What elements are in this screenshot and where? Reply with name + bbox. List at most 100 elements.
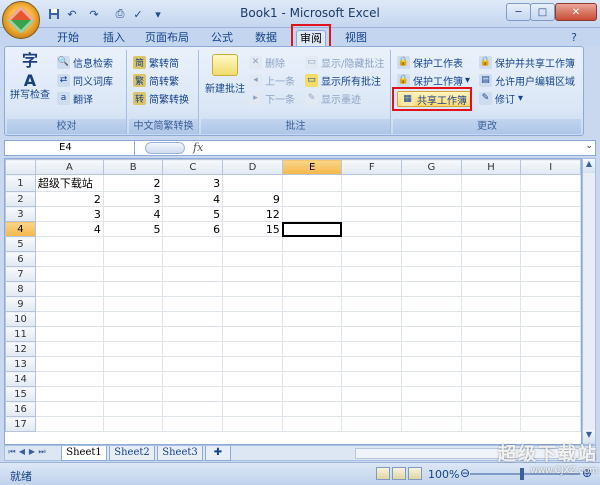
cell[interactable] — [460, 416, 522, 432]
convert-button[interactable]: 转简繁转换 — [133, 90, 189, 106]
cell[interactable]: 3 — [162, 174, 224, 192]
vertical-scrollbar[interactable]: ▲ ▼ — [582, 158, 596, 445]
cell[interactable] — [401, 266, 462, 282]
normal-view-icon[interactable] — [376, 467, 390, 480]
row-header[interactable]: 4 — [5, 221, 36, 237]
cell[interactable] — [222, 236, 283, 252]
cell[interactable] — [341, 416, 403, 432]
cell[interactable] — [520, 371, 581, 387]
cell[interactable] — [401, 191, 462, 207]
cell[interactable] — [460, 206, 522, 222]
cell[interactable]: 3 — [102, 191, 164, 207]
next-sheet-icon[interactable]: ▶ — [27, 447, 37, 456]
cell[interactable] — [401, 174, 462, 192]
to-traditional-button[interactable]: 繁简转繁 — [133, 72, 179, 88]
allow-edit-ranges-button[interactable]: ▤ 允许用户编辑区域 — [479, 72, 575, 88]
cell[interactable] — [401, 341, 462, 357]
cell[interactable] — [401, 326, 462, 342]
cell[interactable] — [222, 416, 283, 432]
column-header[interactable]: C — [162, 159, 224, 175]
cell[interactable] — [102, 296, 164, 312]
cell[interactable] — [341, 251, 403, 267]
cell[interactable] — [460, 266, 522, 282]
sheet-tab-3[interactable]: Sheet3 — [157, 446, 203, 461]
print-preview-icon[interactable]: ⎙ — [112, 6, 128, 22]
cell[interactable] — [102, 401, 164, 417]
customize-qat-icon[interactable]: ▾ — [150, 6, 166, 22]
cell[interactable] — [162, 341, 224, 357]
minimize-button[interactable]: ─ — [506, 3, 531, 21]
zoom-level[interactable]: 100% — [428, 468, 459, 481]
column-header[interactable]: I — [520, 159, 581, 175]
cell[interactable] — [520, 401, 581, 417]
cell[interactable] — [34, 266, 104, 282]
cell[interactable] — [162, 236, 224, 252]
cell[interactable] — [102, 326, 164, 342]
cell[interactable] — [460, 386, 522, 402]
cell[interactable] — [34, 401, 104, 417]
row-header[interactable]: 16 — [5, 401, 36, 417]
cell[interactable] — [162, 356, 224, 372]
tab-insert[interactable]: 插入 — [98, 30, 130, 46]
cell[interactable] — [222, 251, 283, 267]
help-icon[interactable]: ? — [566, 29, 582, 45]
show-hide-comment-button[interactable]: ▭ 显示/隐藏批注 — [305, 54, 384, 70]
cell[interactable] — [222, 326, 283, 342]
cell[interactable]: 3 — [34, 206, 104, 222]
cell[interactable] — [34, 386, 104, 402]
row-header[interactable]: 8 — [5, 281, 36, 297]
cell[interactable] — [460, 236, 522, 252]
cell[interactable]: 4 — [34, 221, 104, 237]
cell[interactable] — [401, 236, 462, 252]
cell[interactable]: 2 — [34, 191, 104, 207]
cell[interactable] — [341, 341, 403, 357]
cell[interactable] — [460, 311, 522, 327]
scroll-up-icon[interactable]: ▲ — [583, 159, 595, 173]
cell[interactable] — [520, 326, 581, 342]
cell[interactable] — [460, 371, 522, 387]
cell[interactable] — [102, 266, 164, 282]
column-header[interactable]: H — [460, 159, 522, 175]
cell[interactable] — [102, 416, 164, 432]
sheet-tab-2[interactable]: Sheet2 — [109, 446, 155, 461]
cell[interactable] — [222, 371, 283, 387]
cell[interactable] — [102, 251, 164, 267]
cell[interactable] — [34, 326, 104, 342]
cell[interactable] — [281, 296, 343, 312]
cell[interactable] — [401, 311, 462, 327]
cell[interactable] — [281, 206, 343, 222]
redo-icon[interactable]: ↷ — [86, 6, 102, 22]
cell[interactable] — [281, 386, 343, 402]
cell[interactable] — [162, 386, 224, 402]
tab-view[interactable]: 视图 — [340, 30, 372, 46]
prev-sheet-icon[interactable]: ◀ — [17, 447, 27, 456]
cell[interactable] — [281, 174, 343, 192]
sheet-tab-1[interactable]: Sheet1 — [61, 446, 107, 461]
cell[interactable] — [460, 251, 522, 267]
cell[interactable] — [162, 266, 224, 282]
cell[interactable] — [460, 341, 522, 357]
cell[interactable] — [281, 371, 343, 387]
row-header[interactable]: 11 — [5, 326, 36, 342]
cell[interactable] — [222, 296, 283, 312]
cell-table[interactable]: ABCDEFGHI 1 超级下载站 2 3 2 2 3 4 9 3 3 4 5 12 4 4 5 6 15 5 6 7 8 9… — [5, 159, 581, 432]
cell[interactable] — [222, 341, 283, 357]
cell[interactable] — [460, 281, 522, 297]
cell[interactable] — [460, 401, 522, 417]
cell[interactable] — [162, 251, 224, 267]
cell[interactable] — [222, 174, 283, 192]
cell[interactable] — [520, 191, 581, 207]
spelling-icon[interactable]: ✓ — [130, 6, 146, 22]
protect-sheet-button[interactable]: 🔒 保护工作表 — [397, 54, 463, 70]
cell[interactable] — [341, 356, 403, 372]
delete-comment-button[interactable]: ✕ 删除 — [249, 54, 285, 70]
last-sheet-icon[interactable]: ⏭ — [37, 447, 47, 457]
research-button[interactable]: 🔍 信息检索 — [57, 54, 113, 70]
row-header[interactable]: 13 — [5, 356, 36, 372]
cell[interactable] — [520, 251, 581, 267]
row-header[interactable]: 10 — [5, 311, 36, 327]
cell[interactable] — [222, 281, 283, 297]
cell[interactable] — [281, 281, 343, 297]
cell[interactable] — [34, 281, 104, 297]
cell[interactable]: 超级下载站 — [34, 174, 104, 192]
